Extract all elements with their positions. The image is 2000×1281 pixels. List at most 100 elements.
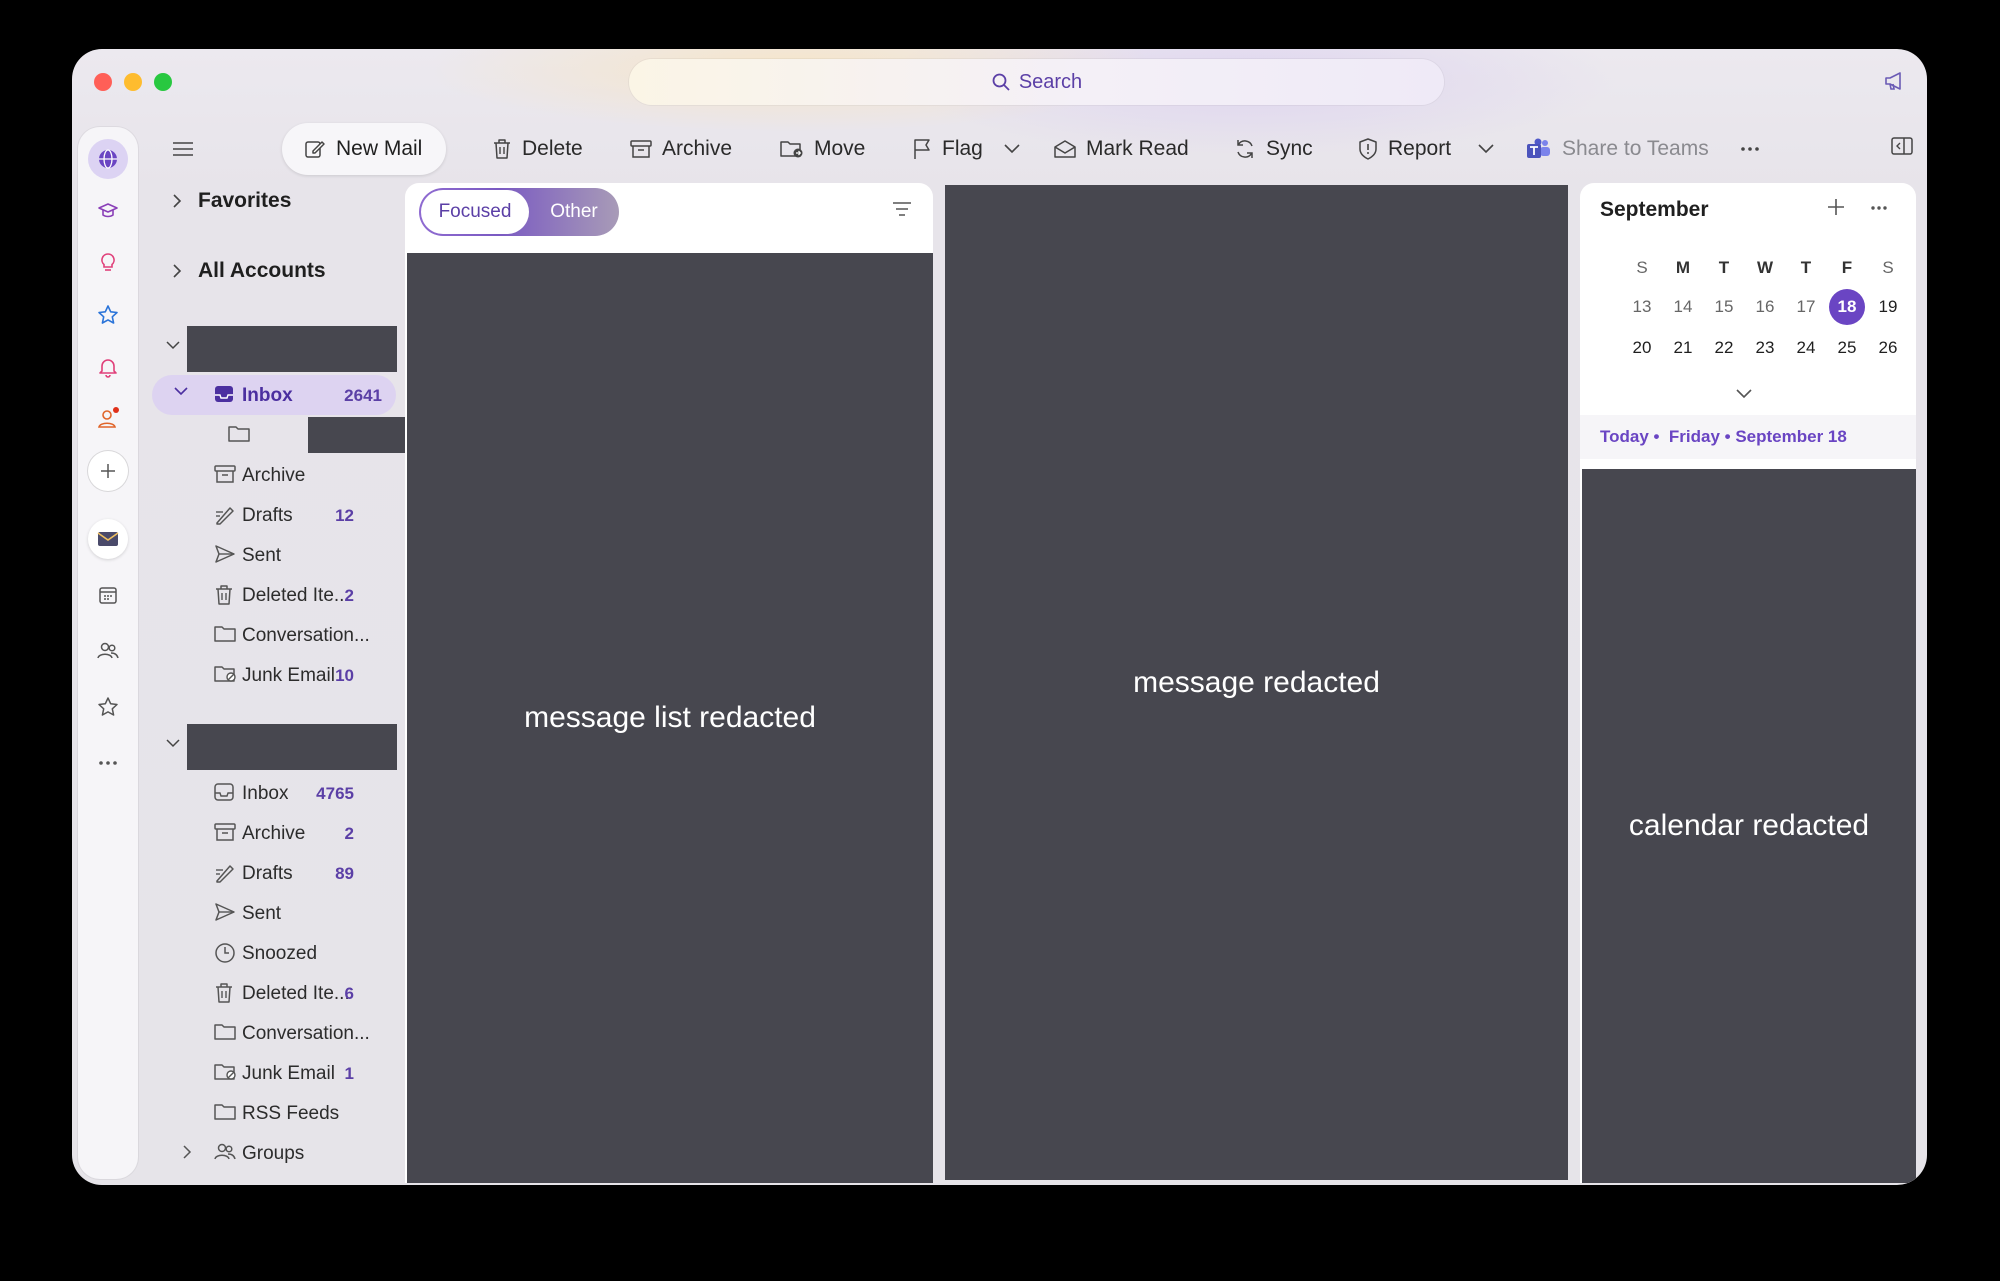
- teams-icon: [1527, 138, 1550, 158]
- rail-education-button[interactable]: [88, 191, 128, 231]
- folder-move-icon: [780, 141, 803, 158]
- report-button[interactable]: Report: [1358, 123, 1451, 175]
- calendar-day[interactable]: 21: [1665, 330, 1701, 366]
- tab-focused[interactable]: Focused: [421, 190, 529, 234]
- rail-add-account-button[interactable]: [88, 451, 128, 491]
- all-accounts-label: All Accounts: [198, 259, 326, 282]
- mail-icon: [97, 532, 119, 546]
- groups-icon: [214, 1143, 236, 1160]
- drafts-icon: [216, 865, 234, 883]
- rail-notifications-button[interactable]: [88, 347, 128, 387]
- calendar-day[interactable]: 16: [1747, 289, 1783, 325]
- new-mail-button[interactable]: New Mail: [282, 123, 447, 175]
- calendar-day-today[interactable]: 18: [1829, 289, 1865, 325]
- account-name-redacted[interactable]: [187, 724, 397, 770]
- rail-calendar-button[interactable]: [88, 575, 128, 615]
- folder-label: Inbox: [242, 783, 289, 804]
- inbox-icon: [214, 783, 234, 801]
- folder-icon: [214, 1024, 236, 1040]
- archive-icon: [214, 465, 236, 483]
- flag-icon: [914, 139, 930, 159]
- trash-icon: [216, 983, 232, 1003]
- toolbar: New Mail Delete Archive Move Flag Mark R…: [162, 123, 1922, 175]
- move-button[interactable]: Move: [780, 123, 865, 175]
- trash-icon: [216, 585, 232, 605]
- delete-label: Delete: [522, 137, 583, 160]
- drafts-icon: [216, 507, 234, 525]
- flag-button[interactable]: Flag: [912, 123, 983, 175]
- lightbulb-icon: [101, 253, 115, 271]
- unread-count: 4765: [316, 784, 354, 803]
- tab-other[interactable]: Other: [529, 190, 619, 234]
- folder-label: Junk Email: [242, 665, 335, 686]
- rail-more-button[interactable]: [88, 743, 128, 783]
- archive-button[interactable]: Archive: [630, 123, 732, 175]
- rail-people-button[interactable]: [88, 631, 128, 671]
- chevron-down-icon[interactable]: [174, 387, 188, 397]
- share-to-teams-button[interactable]: Share to Teams: [1526, 123, 1709, 175]
- calendar-day[interactable]: 15: [1706, 289, 1742, 325]
- rail-accounts-button[interactable]: [88, 139, 128, 179]
- chevron-down-icon[interactable]: [166, 341, 180, 351]
- close-window-button[interactable]: [94, 73, 112, 91]
- zoom-window-button[interactable]: [154, 73, 172, 91]
- folder-label: Sent: [242, 903, 282, 924]
- folder-label: Sent: [242, 545, 282, 566]
- calendar-day[interactable]: 23: [1747, 330, 1783, 366]
- folder-item-inbox[interactable]: Inbox 2641: [152, 375, 396, 415]
- flag-label: Flag: [942, 137, 983, 160]
- hamburger-icon: [173, 142, 193, 156]
- calendar-day[interactable]: 13: [1624, 289, 1660, 325]
- flag-dropdown-button[interactable]: [1004, 123, 1020, 175]
- folder-label: Deleted Ite...: [242, 585, 350, 606]
- folder-label: Archive: [242, 823, 306, 844]
- chevron-right-icon[interactable]: [182, 1145, 192, 1159]
- account-name-redacted[interactable]: [187, 326, 397, 372]
- mark-read-button[interactable]: Mark Read: [1054, 123, 1189, 175]
- delete-button[interactable]: Delete: [492, 123, 583, 175]
- app-rail: [78, 127, 138, 1179]
- rail-favorites-star-button[interactable]: [88, 687, 128, 727]
- more-actions-button[interactable]: [1740, 123, 1760, 175]
- megaphone-icon[interactable]: [1883, 69, 1907, 93]
- calendar-day[interactable]: 17: [1788, 289, 1824, 325]
- rail-mail-button[interactable]: [88, 519, 128, 559]
- filter-icon[interactable]: [891, 201, 913, 217]
- sync-button[interactable]: Sync: [1234, 123, 1313, 175]
- minimize-window-button[interactable]: [124, 73, 142, 91]
- weekday-label: S: [1882, 258, 1894, 277]
- chevron-down-icon[interactable]: [1735, 388, 1753, 400]
- rail-favorites-button[interactable]: [88, 295, 128, 335]
- calendar-day[interactable]: 20: [1624, 330, 1660, 366]
- calendar-day[interactable]: 26: [1870, 330, 1906, 366]
- calendar-icon: [99, 587, 117, 604]
- search-icon: [992, 73, 1010, 91]
- folder-icon: [228, 426, 250, 442]
- unread-count: 2641: [344, 386, 382, 405]
- folder-icon: [214, 626, 236, 642]
- calendar-day[interactable]: 19: [1870, 289, 1906, 325]
- chevron-down-icon[interactable]: [166, 739, 180, 749]
- unread-count: 89: [335, 864, 354, 883]
- report-dropdown-button[interactable]: [1478, 123, 1494, 175]
- unread-count: 2: [344, 586, 354, 605]
- chevron-right-icon: [173, 194, 182, 208]
- calendar-month-title: September: [1600, 198, 1709, 221]
- calendar-day[interactable]: 22: [1706, 330, 1742, 366]
- rail-contacts-button[interactable]: [88, 399, 128, 439]
- weekday-label: S: [1636, 258, 1648, 277]
- calendar-day[interactable]: 25: [1829, 330, 1865, 366]
- sync-icon: [1237, 140, 1253, 158]
- plus-icon[interactable]: [1826, 197, 1846, 217]
- bell-icon: [99, 359, 117, 378]
- chevron-down-icon: [1478, 144, 1494, 154]
- rail-ideas-button[interactable]: [88, 243, 128, 283]
- calendar-day[interactable]: 24: [1788, 330, 1824, 366]
- junk-icon: [214, 666, 236, 682]
- calendar-day[interactable]: 14: [1665, 289, 1701, 325]
- sidebar-toggle-button[interactable]: [172, 123, 194, 175]
- folder-label: Inbox: [242, 385, 293, 406]
- more-icon[interactable]: [1870, 205, 1888, 211]
- reading-pane-toggle-icon[interactable]: [1891, 137, 1913, 155]
- search-bar[interactable]: Search: [629, 59, 1444, 105]
